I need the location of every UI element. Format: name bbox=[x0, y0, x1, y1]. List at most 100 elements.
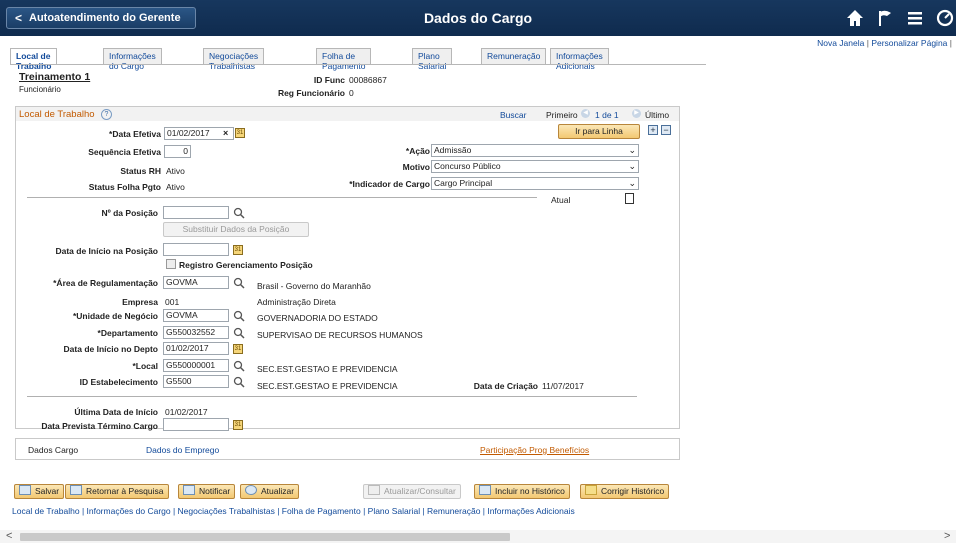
home-icon[interactable] bbox=[845, 8, 865, 28]
tab-remuneracao[interactable]: Remuneração bbox=[481, 48, 547, 64]
update-display-button[interactable]: Atualizar/Consultar bbox=[363, 484, 461, 499]
save-button[interactable]: Salvar bbox=[14, 484, 65, 499]
goto-line-button[interactable]: Ir para Linha bbox=[558, 124, 640, 139]
search-icon[interactable] bbox=[233, 207, 245, 219]
beneficios-link[interactable]: Participação Prog Benefícios bbox=[480, 445, 589, 455]
reg-value: 0 bbox=[349, 88, 354, 98]
estab-desc: SEC.EST.GESTAO E PREVIDENCIA bbox=[257, 381, 398, 391]
ultima-label: Última Data de Início bbox=[74, 407, 158, 417]
search-icon[interactable] bbox=[233, 277, 245, 289]
next-icon[interactable]: ▶ bbox=[632, 109, 641, 118]
criacao-label: Data de Criação bbox=[473, 381, 538, 391]
registro-checkbox[interactable] bbox=[166, 259, 176, 269]
tab-informacoes-adicionais[interactable]: Informações Adicionais bbox=[550, 48, 609, 71]
navbar-icon[interactable] bbox=[935, 8, 955, 28]
dados-emprego-link[interactable]: Dados do Emprego bbox=[146, 445, 219, 455]
unidade-desc: GOVERNADORIA DO ESTADO bbox=[257, 313, 378, 323]
local-desc: SEC.EST.GESTAO E PREVIDENCIA bbox=[257, 364, 398, 374]
include-history-label: Incluir no Histórico bbox=[495, 486, 565, 496]
unidade-input[interactable]: GOVMA bbox=[163, 309, 229, 322]
include-history-button[interactable]: Incluir no Histórico bbox=[474, 484, 570, 499]
status-folha-label: Status Folha Pgto bbox=[88, 182, 161, 192]
separator: | bbox=[949, 38, 952, 48]
correct-history-button[interactable]: Corrigir Histórico bbox=[580, 484, 670, 499]
calendar-icon[interactable]: 31 bbox=[233, 344, 243, 354]
personalize-link[interactable]: Personalizar Página bbox=[871, 38, 947, 48]
refresh-icon bbox=[245, 485, 257, 495]
inicio-depto-input[interactable]: 01/02/2017 bbox=[163, 342, 229, 355]
substituir-posicao-button[interactable]: Substituir Dados da Posição bbox=[163, 222, 309, 237]
clear-date-icon[interactable]: × bbox=[223, 128, 228, 138]
save-icon bbox=[19, 485, 31, 495]
calendar-icon[interactable]: 31 bbox=[233, 420, 243, 430]
depto-input[interactable]: G550032552 bbox=[163, 326, 229, 339]
delete-row-button[interactable]: − bbox=[661, 125, 671, 135]
scrollbar-thumb[interactable] bbox=[20, 533, 510, 541]
notify-icon bbox=[183, 485, 195, 495]
inicio-posicao-input[interactable] bbox=[163, 243, 229, 256]
refresh-label: Atualizar bbox=[261, 486, 295, 496]
data-efetiva-label: *Data Efetiva bbox=[109, 129, 161, 139]
refresh-button[interactable]: Atualizar bbox=[240, 484, 300, 499]
termino-input[interactable] bbox=[163, 418, 229, 431]
tab-negociacoes-trabalhistas[interactable]: Negociações Trabalhistas bbox=[203, 48, 265, 71]
prev-icon[interactable]: ◀ bbox=[581, 109, 590, 118]
indicador-label: *Indicador de Cargo bbox=[349, 179, 430, 189]
dados-cargo-text: Dados Cargo bbox=[28, 445, 79, 455]
registro-label: Registro Gerenciamento Posição bbox=[179, 260, 313, 270]
page-title: Dados do Cargo bbox=[423, 10, 533, 26]
depto-label: *Departamento bbox=[97, 328, 158, 338]
bottom-tab-links[interactable]: Local de Trabalho | Informações do Cargo… bbox=[12, 506, 575, 516]
return-search-button[interactable]: Retornar à Pesquisa bbox=[65, 484, 169, 499]
menu-icon[interactable] bbox=[905, 8, 925, 28]
acao-select[interactable]: Admissão ⌄ bbox=[431, 144, 639, 157]
return-label: Retornar à Pesquisa bbox=[86, 486, 164, 496]
indicador-select[interactable]: Cargo Principal ⌄ bbox=[431, 177, 639, 190]
atual-checkbox[interactable] bbox=[625, 193, 634, 204]
tab-informacoes-do-cargo[interactable]: Informações do Cargo bbox=[103, 48, 162, 71]
estab-input[interactable]: G5500 bbox=[163, 375, 229, 388]
posicao-input[interactable] bbox=[163, 206, 229, 219]
scroll-right-icon[interactable]: > bbox=[944, 530, 950, 542]
add-row-button[interactable]: + bbox=[648, 125, 658, 135]
inicio-depto-label: Data de Início no Depto bbox=[63, 344, 158, 354]
include-history-icon bbox=[479, 485, 491, 495]
divider bbox=[27, 197, 537, 198]
area-input[interactable]: GOVMA bbox=[163, 276, 229, 289]
new-window-link[interactable]: Nova Janela bbox=[817, 38, 864, 48]
update-display-label: Atualizar/Consultar bbox=[384, 486, 456, 496]
status-folha-value: Ativo bbox=[166, 182, 185, 192]
tab-local-de-trabalho[interactable]: Local de Trabalho bbox=[10, 48, 58, 71]
seq-input[interactable]: 0 bbox=[164, 145, 191, 158]
local-input[interactable]: G550000001 bbox=[163, 359, 229, 372]
search-icon[interactable] bbox=[233, 327, 245, 339]
acao-value: Admissão bbox=[434, 145, 472, 155]
reg-label: Reg Funcionário bbox=[277, 88, 345, 98]
termino-label: Data Prevista Término Cargo bbox=[41, 421, 158, 431]
area-label: *Área de Regulamentação bbox=[53, 278, 158, 288]
search-icon[interactable] bbox=[233, 310, 245, 322]
flag-icon[interactable] bbox=[875, 8, 895, 28]
tab-plano-salarial[interactable]: Plano Salarial bbox=[412, 48, 453, 71]
tab-underline bbox=[10, 64, 706, 65]
calendar-icon[interactable]: 31 bbox=[235, 128, 245, 138]
depto-desc: SUPERVISAO DE RECURSOS HUMANOS bbox=[257, 330, 423, 340]
empresa-desc: Administração Direta bbox=[257, 297, 336, 307]
scroll-left-icon[interactable]: < bbox=[6, 530, 12, 542]
help-icon[interactable]: ? bbox=[101, 109, 112, 120]
search-icon[interactable] bbox=[233, 376, 245, 388]
motivo-label: Motivo bbox=[402, 162, 430, 172]
first-link[interactable]: Primeiro bbox=[546, 110, 578, 120]
chevron-down-icon: ⌄ bbox=[628, 161, 636, 171]
notify-button[interactable]: Notificar bbox=[178, 484, 236, 499]
tab-folha-de-pagamento[interactable]: Folha de Pagamento bbox=[316, 48, 372, 71]
motivo-select[interactable]: Concurso Público ⌄ bbox=[431, 160, 639, 173]
search-icon[interactable] bbox=[233, 360, 245, 372]
update-display-icon bbox=[368, 485, 380, 495]
correct-history-label: Corrigir Histórico bbox=[601, 486, 665, 496]
status-rh-label: Status RH bbox=[120, 166, 161, 176]
calendar-icon[interactable]: 31 bbox=[233, 245, 243, 255]
section-title: Local de Trabalho bbox=[19, 109, 95, 120]
buscar-link[interactable]: Buscar bbox=[500, 110, 526, 120]
last-link[interactable]: Último bbox=[645, 110, 669, 120]
